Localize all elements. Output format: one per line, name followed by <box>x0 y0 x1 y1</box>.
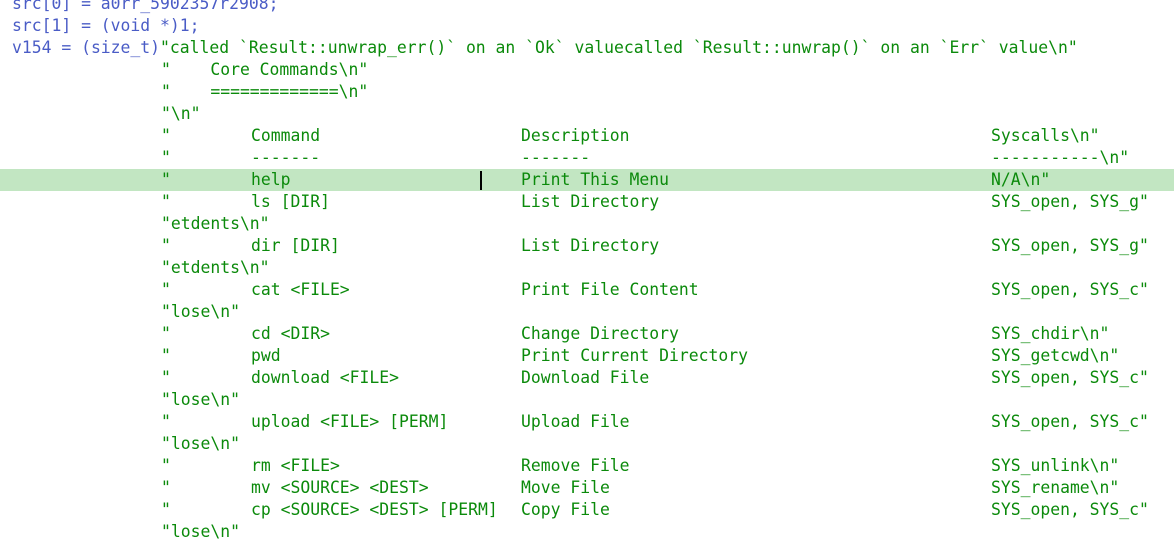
string-literal: "etdents\n" <box>161 258 270 277</box>
command-description: Remove File <box>521 456 630 475</box>
command-syscalls: SYS_open, SYS_c" <box>991 500 1149 519</box>
code-line[interactable]: "etdents\n" <box>0 257 1174 279</box>
string-literal: "\n" <box>161 104 201 123</box>
string-quote: " <box>161 456 171 475</box>
string-quote: " <box>161 500 171 519</box>
command-description: Description <box>521 126 630 145</box>
string-literal: "lose\n" <box>161 302 240 321</box>
code-text: src[1] = (void *)1; <box>12 16 200 35</box>
command-name: help <box>251 170 291 189</box>
string-literal: " =============\n" <box>161 82 369 101</box>
code-line[interactable]: " ls [DIR] List Directory SYS_open, SYS_g" <box>0 191 1174 213</box>
command-syscalls: SYS_open, SYS_c" <box>991 280 1149 299</box>
code-line[interactable]: " cd <DIR> Change Directory SYS_chdir\n" <box>0 323 1174 345</box>
command-syscalls: SYS_chdir\n" <box>991 324 1110 343</box>
command-description: Print File Content <box>521 280 699 299</box>
code-line[interactable]: " =============\n" <box>0 81 1174 103</box>
command-name: download <FILE> <box>251 368 400 387</box>
command-syscalls: SYS_open, SYS_g" <box>991 192 1149 211</box>
command-name: cp <SOURCE> <DEST> [PERM] <box>251 500 498 519</box>
string-quote: " <box>161 412 171 431</box>
code-line[interactable]: v154 = (size_t) "called `Result::unwrap_e… <box>0 37 1174 59</box>
string-quote: " <box>161 346 171 365</box>
string-literal: "etdents\n" <box>161 214 270 233</box>
code-line[interactable]: " download <FILE> Download File SYS_open, S… <box>0 367 1174 389</box>
command-description: Print Current Directory <box>521 346 748 365</box>
string-quote: " <box>161 478 171 497</box>
string-literal: "lose\n" <box>161 522 240 541</box>
command-description: Download File <box>521 368 650 387</box>
command-syscalls: SYS_getcwd\n" <box>991 346 1120 365</box>
string-literal: " Core Commands\n" <box>161 60 369 79</box>
code-line[interactable]: " Core Commands\n" <box>0 59 1174 81</box>
command-name: mv <SOURCE> <DEST> <box>251 478 429 497</box>
code-line[interactable]: "lose\n" <box>0 301 1174 323</box>
command-syscalls: Syscalls\n" <box>991 126 1100 145</box>
command-syscalls: SYS_open, SYS_g" <box>991 236 1149 255</box>
string-quote: " <box>161 148 171 167</box>
command-syscalls: -----------\n" <box>991 148 1130 167</box>
command-description: Move File <box>521 478 610 497</box>
command-name: rm <FILE> <box>251 456 340 475</box>
command-name: cat <FILE> <box>251 280 350 299</box>
code-line[interactable]: " ------- ------- -----------\n" <box>0 147 1174 169</box>
command-name: upload <FILE> [PERM] <box>251 412 449 431</box>
command-description: List Directory <box>521 236 660 255</box>
string-literal: "called `Result::unwrap_err()` on an `Ok… <box>160 38 1078 57</box>
command-description: ------- <box>521 148 591 167</box>
command-name: ------- <box>251 148 321 167</box>
string-literal: "lose\n" <box>161 390 240 409</box>
code-line[interactable]: "\n" <box>0 103 1174 125</box>
code-line[interactable]: " help Print This Menu N/A\n" <box>0 169 1174 191</box>
code-line[interactable]: " dir [DIR] List Directory SYS_open, SYS_g" <box>0 235 1174 257</box>
code-text: src[0] = a0rr_5902357r2908; <box>12 0 279 13</box>
command-description: Change Directory <box>521 324 679 343</box>
command-name: dir [DIR] <box>251 236 340 255</box>
pseudocode-view[interactable]: src[0] = a0rr_5902357r2908; src[1] = (voi… <box>0 0 1174 543</box>
string-quote: " <box>161 368 171 387</box>
string-quote: " <box>161 280 171 299</box>
code-line[interactable]: "lose\n" <box>0 433 1174 455</box>
code-line[interactable]: "lose\n" <box>0 389 1174 411</box>
string-quote: " <box>161 126 171 145</box>
code-line[interactable]: " mv <SOURCE> <DEST> Move File SYS_rename\n… <box>0 477 1174 499</box>
code-line[interactable]: " cp <SOURCE> <DEST> [PERM] Copy File SYS_o… <box>0 499 1174 521</box>
command-syscalls: N/A\n" <box>991 170 1051 189</box>
command-syscalls: SYS_open, SYS_c" <box>991 368 1149 387</box>
code-line[interactable]: " pwd Print Current Directory SYS_getcwd\n" <box>0 345 1174 367</box>
code-line[interactable]: " cat <FILE> Print File Content SYS_open, S… <box>0 279 1174 301</box>
string-quote: " <box>161 236 171 255</box>
command-description: Upload File <box>521 412 630 431</box>
code-line[interactable]: " rm <FILE> Remove File SYS_unlink\n" <box>0 455 1174 477</box>
code-line[interactable]: src[0] = a0rr_5902357r2908; <box>0 0 1174 15</box>
command-syscalls: SYS_rename\n" <box>991 478 1120 497</box>
code-line[interactable]: src[1] = (void *)1; <box>0 15 1174 37</box>
code-line[interactable]: "etdents\n" <box>0 213 1174 235</box>
code-text: v154 = (size_t) <box>12 38 161 57</box>
code-line[interactable]: " Command Description Syscalls\n" <box>0 125 1174 147</box>
string-quote: " <box>161 170 171 189</box>
command-description: Print This Menu <box>521 170 670 189</box>
string-literal: "lose\n" <box>161 434 240 453</box>
code-line[interactable]: " upload <FILE> [PERM] Upload File SYS_open… <box>0 411 1174 433</box>
command-name: Command <box>251 126 321 145</box>
command-name: ls [DIR] <box>251 192 330 211</box>
string-quote: " <box>161 324 171 343</box>
command-description: Copy File <box>521 500 610 519</box>
command-syscalls: SYS_open, SYS_c" <box>991 412 1149 431</box>
command-name: cd <DIR> <box>251 324 330 343</box>
text-cursor <box>480 171 482 190</box>
string-quote: " <box>161 192 171 211</box>
command-description: List Directory <box>521 192 660 211</box>
command-name: pwd <box>251 346 281 365</box>
command-syscalls: SYS_unlink\n" <box>991 456 1120 475</box>
code-line[interactable]: "lose\n" <box>0 521 1174 543</box>
